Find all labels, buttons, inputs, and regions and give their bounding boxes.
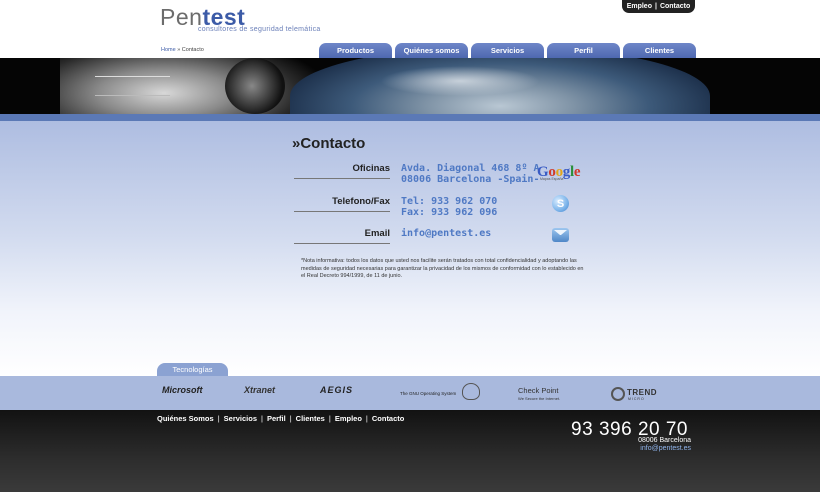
contact-section: »Contacto Oficinas Avda. Diagonal 468 8º… xyxy=(0,121,820,376)
breadcrumb-current: Contacto xyxy=(181,47,204,53)
footer-separator: | xyxy=(365,414,368,423)
breadcrumb-home[interactable]: Home xyxy=(161,47,176,53)
footer-separator: | xyxy=(289,414,292,423)
hero-banner xyxy=(0,58,820,114)
top-link-contacto[interactable]: Contacto xyxy=(660,3,690,10)
trend-micro-icon xyxy=(611,387,625,401)
nav-tab-quienes-somos[interactable]: Quiénes somos xyxy=(395,43,468,58)
pentest-logo[interactable]: Pentest consultores de seguridad telemát… xyxy=(160,5,321,33)
footer-email[interactable]: info@pentest.es xyxy=(640,445,691,452)
fax-value: Fax: 933 962 096 xyxy=(401,207,498,218)
logo-pen: Pen xyxy=(160,4,203,30)
nav-tab-productos[interactable]: Productos xyxy=(319,43,392,58)
site-header: Pentest consultores de seguridad telemát… xyxy=(0,0,820,58)
footer-link-servicios[interactable]: Servicios xyxy=(224,414,257,423)
trend-micro-logo[interactable]: TREND xyxy=(627,388,657,397)
page-title: »Contacto xyxy=(292,135,366,152)
footer-separator: | xyxy=(217,414,220,423)
checkpoint-logo[interactable]: Check Point xyxy=(518,386,558,395)
tecnologias-tab: Tecnologías xyxy=(157,363,228,376)
breadcrumb: Home » Contacto xyxy=(161,47,204,53)
gnu-head-icon xyxy=(462,383,480,400)
logo-tagline: consultores de seguridad telemática xyxy=(198,26,321,33)
google-maps-sublabel: Mapas España xyxy=(540,177,564,181)
top-links: Empleo | Contacto xyxy=(622,0,695,13)
banner-stripe xyxy=(0,114,820,121)
address-line-1: Avda. Diagonal 468 8º A xyxy=(401,163,540,174)
main-nav: Productos Quiénes somos Servicios Perfil… xyxy=(319,43,696,58)
oficinas-label: Oficinas xyxy=(294,163,390,179)
address-line-2: 08006 Barcelona -Spain- xyxy=(401,174,540,185)
footer-link-clientes[interactable]: Clientes xyxy=(296,414,325,423)
footer-link-perfil[interactable]: Perfil xyxy=(267,414,286,423)
checkpoint-tagline: We Secure the Internet. xyxy=(518,396,561,401)
top-link-empleo[interactable]: Empleo xyxy=(627,3,652,10)
nav-tab-clientes[interactable]: Clientes xyxy=(623,43,696,58)
footer-city: 08006 Barcelona xyxy=(638,437,691,444)
xtranet-logo[interactable]: Xtranet xyxy=(244,385,275,395)
banner-vault-lines xyxy=(95,76,170,96)
trend-micro-sub: MICRO xyxy=(628,397,645,401)
footer-link-quienes-somos[interactable]: Quiénes Somos xyxy=(157,414,214,423)
banner-vault-dial xyxy=(225,58,285,114)
telefono-label: Telefono/Fax xyxy=(294,196,390,212)
nav-tab-perfil[interactable]: Perfil xyxy=(547,43,620,58)
footer-nav: Quiénes Somos | Servicios | Perfil | Cli… xyxy=(157,414,404,423)
microsoft-logo[interactable]: Microsoft xyxy=(162,385,203,395)
nav-tab-servicios[interactable]: Servicios xyxy=(471,43,544,58)
gnu-logo[interactable]: The GNU Operating System xyxy=(400,391,456,396)
oficinas-address: Avda. Diagonal 468 8º A 08006 Barcelona … xyxy=(401,163,539,185)
footer-separator: | xyxy=(328,414,331,423)
site-footer: Quiénes Somos | Servicios | Perfil | Cli… xyxy=(0,410,820,492)
footer-separator: | xyxy=(261,414,263,423)
tel-value: Tel: 933 962 070 xyxy=(401,196,498,207)
top-link-separator: | xyxy=(654,3,657,10)
telefono-values: Tel: 933 962 070 Fax: 933 962 096 xyxy=(401,196,497,218)
aegis-logo[interactable]: AEGIS xyxy=(320,385,353,395)
email-link[interactable]: info@pentest.es xyxy=(401,228,491,239)
footer-link-empleo[interactable]: Empleo xyxy=(335,414,362,423)
breadcrumb-separator: » xyxy=(177,47,181,53)
footer-link-contacto[interactable]: Contacto xyxy=(372,414,405,423)
legal-note: *Nota informativa: todos los datos que u… xyxy=(301,258,584,279)
banner-cloud xyxy=(380,66,540,96)
skype-icon[interactable]: S xyxy=(552,195,569,212)
email-label: Email xyxy=(294,228,390,244)
mail-icon[interactable] xyxy=(552,228,569,242)
